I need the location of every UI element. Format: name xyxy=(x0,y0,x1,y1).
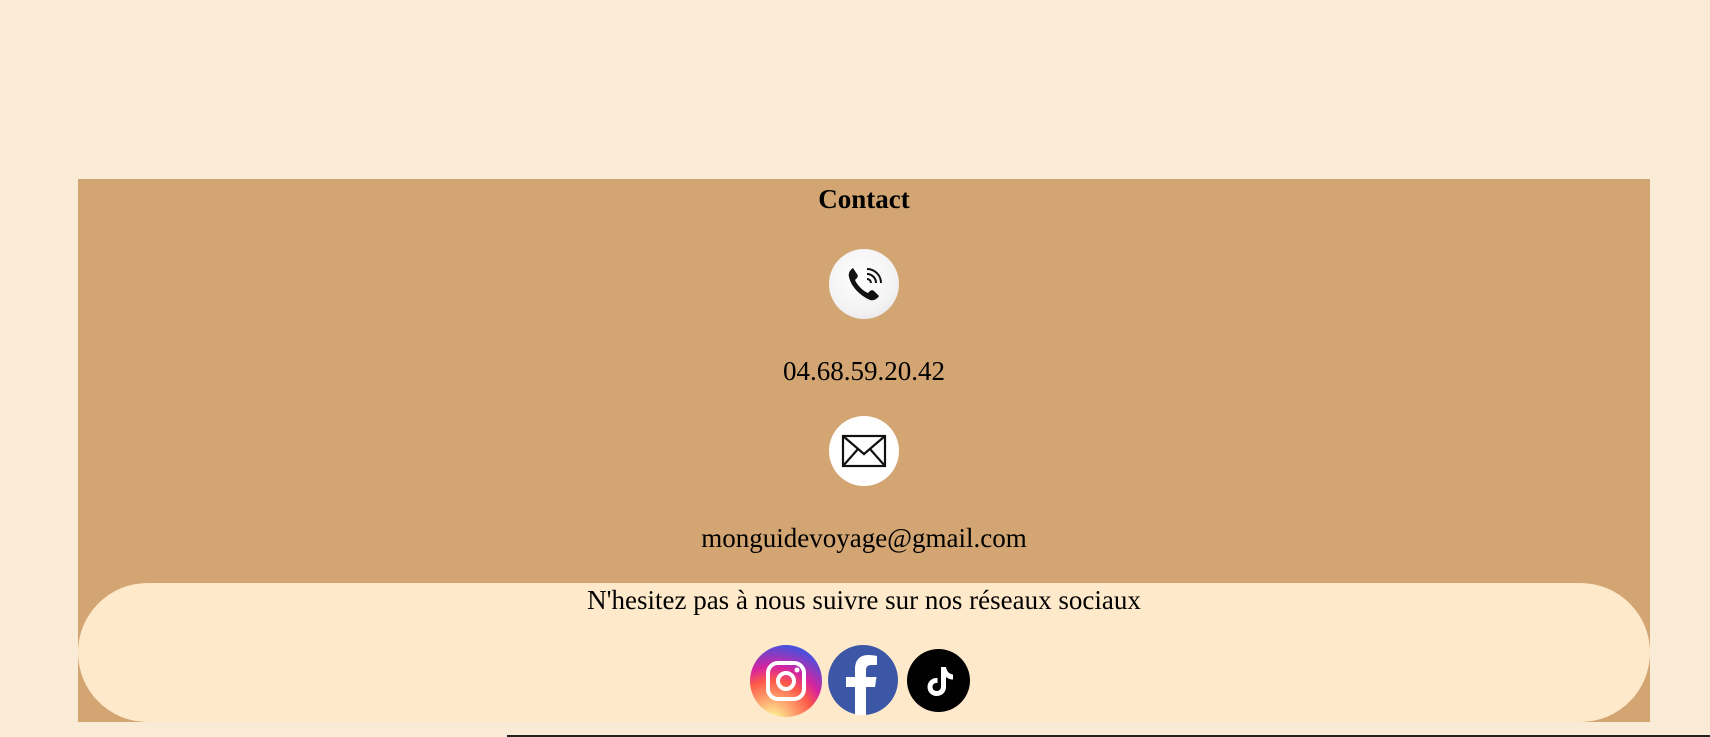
instagram-icon[interactable] xyxy=(750,645,822,717)
contact-section: Contact 04.68.59.20.42 monguidevoyage@gm… xyxy=(78,179,1650,722)
phone-number: 04.68.59.20.42 xyxy=(783,356,945,386)
social-icons xyxy=(750,645,990,717)
social-prompt: N'hesitez pas à nous suivre sur nos rése… xyxy=(587,585,1141,615)
facebook-icon[interactable] xyxy=(828,645,898,715)
phone-icon xyxy=(829,249,899,319)
email-link[interactable]: monguidevoyage@gmail.com xyxy=(78,521,1650,555)
social-panel: N'hesitez pas à nous suivre sur nos rése… xyxy=(78,583,1650,722)
envelope-icon xyxy=(829,416,899,486)
contact-title: Contact xyxy=(818,184,910,214)
tiktok-icon[interactable] xyxy=(907,649,970,712)
